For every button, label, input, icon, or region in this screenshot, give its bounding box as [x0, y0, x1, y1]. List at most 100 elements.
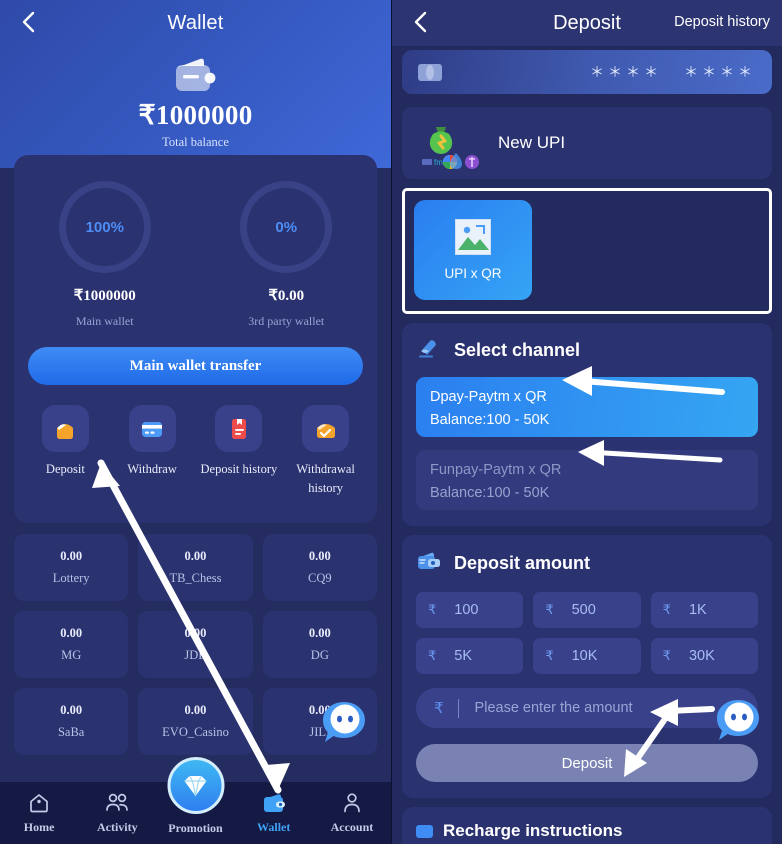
withdrawal-history-icon: [302, 405, 350, 452]
ring-amount: ₹1000000: [73, 288, 136, 304]
wallet-rings: 100% ₹1000000 Main wallet 0% ₹0.00 3rd p…: [14, 155, 377, 329]
game-amount: 0.00: [184, 549, 207, 563]
account-icon: [340, 790, 364, 816]
game-amount: 0.00: [60, 703, 83, 717]
game-tile[interactable]: 0.00 EVO_Casino: [138, 688, 253, 755]
nav-label: Account: [330, 820, 374, 834]
progress-ring: 100%: [58, 181, 151, 273]
select-channel-header: Select channel: [416, 337, 758, 364]
game-tile[interactable]: 0.00 JDB: [138, 611, 253, 678]
game-name: SaBa: [57, 725, 85, 739]
deposit-bag-icon: [41, 405, 89, 452]
method-upi-x-qr[interactable]: UPI x QR: [414, 200, 532, 300]
nav-item-account[interactable]: Account: [313, 790, 391, 835]
game-amount: 0.00: [308, 626, 331, 640]
amount-input-field[interactable]: ₹ Please enter the amount: [416, 688, 758, 728]
deposit-history-icon: [215, 405, 263, 452]
game-tile[interactable]: 0.00 CQ9: [262, 534, 377, 601]
channel-name: Dpay-Paytm x QR: [430, 389, 547, 405]
note-icon: [416, 824, 433, 838]
amount-preset[interactable]: ₹ 10K: [533, 638, 641, 674]
card-icon: [128, 405, 176, 452]
new-upi-row[interactable]: fm New UPI: [402, 107, 772, 179]
bottom-navigation: Home Activity Promotion Wallet Account: [0, 757, 391, 844]
currency-symbol: ₹: [662, 648, 671, 663]
wallet-hero: Wallet ₹1000000 Total balance: [0, 0, 391, 168]
block-title: Select channel: [454, 340, 581, 360]
game-tile[interactable]: 0.00 SaBa: [14, 688, 129, 755]
preset-value: 500: [571, 602, 596, 618]
action-withdraw[interactable]: Withdraw: [111, 405, 193, 499]
amount-preset[interactable]: ₹ 1K: [650, 592, 758, 628]
support-chat-bubble[interactable]: [318, 698, 370, 750]
game-name: Lottery: [52, 571, 90, 585]
diamond-icon[interactable]: [167, 757, 224, 814]
amount-preset[interactable]: ₹ 5K: [416, 638, 524, 674]
currency-symbol: ₹: [545, 648, 554, 663]
payment-method-selector: UPI x QR: [402, 188, 772, 314]
channel-option-dpay[interactable]: Dpay-Paytm x QR Balance:100 - 50K: [416, 377, 758, 437]
game-name: CQ9: [308, 571, 332, 585]
action-withdrawal-history[interactable]: Withdrawal history: [285, 405, 367, 499]
game-name: DG: [310, 648, 329, 662]
deposit-history-link[interactable]: Deposit history: [674, 14, 770, 30]
block-title: Recharge instructions: [443, 821, 623, 840]
page-title: Wallet: [167, 11, 224, 34]
game-tile[interactable]: 0.00 Lottery: [14, 534, 129, 601]
game-name: MG: [61, 648, 82, 662]
preset-value: 30K: [688, 648, 715, 664]
select-channel-block: Select channel Dpay-Paytm x QR Balance:1…: [402, 323, 772, 526]
preset-value: 5K: [454, 648, 473, 664]
currency-symbol: ₹: [545, 602, 554, 617]
chevron-left-icon[interactable]: [406, 7, 434, 37]
main-wallet-transfer-button[interactable]: Main wallet transfer: [28, 347, 363, 385]
nav-label: Promotion: [168, 821, 223, 835]
ring-third-party-wallet: 0% ₹0.00 3rd party wallet: [211, 181, 361, 329]
game-tile[interactable]: 0.00 MG: [14, 611, 129, 678]
bank-card-row[interactable]: ＊＊＊＊ ＊＊＊＊: [402, 50, 772, 94]
method-label: UPI x QR: [444, 266, 502, 281]
game-name: JDB: [184, 648, 207, 662]
game-amount: 0.00: [184, 703, 207, 717]
deposit-amount-header: Deposit amount: [416, 549, 758, 578]
action-label: Deposit: [45, 462, 85, 476]
action-label: Withdrawal history: [296, 462, 355, 496]
currency-symbol: ₹: [428, 648, 437, 663]
wallet-panel: Wallet ₹1000000 Total balance 100% ₹1000…: [0, 0, 391, 844]
svg-text:fm: fm: [434, 158, 443, 167]
game-name: TB_Chess: [169, 571, 222, 585]
channel-option-funpay[interactable]: Funpay-Paytm x QR Balance:100 - 50K: [416, 450, 758, 510]
nav-item-activity[interactable]: Activity: [78, 790, 156, 835]
deposit-amount-block: Deposit amount ₹ 100 ₹ 500 ₹ 1K ₹ 5K ₹ 1…: [402, 535, 772, 798]
deposit-submit-button[interactable]: Deposit: [416, 744, 758, 782]
wallet-topbar: Wallet: [0, 0, 391, 46]
nav-item-home[interactable]: Home: [0, 790, 78, 835]
preset-value: 100: [454, 602, 479, 618]
amount-preset[interactable]: ₹ 500: [533, 592, 641, 628]
card-masked-digits: ＊＊＊＊ ＊＊＊＊: [590, 62, 756, 82]
game-name: EVO_Casino: [162, 725, 229, 739]
nav-label: Wallet: [257, 820, 291, 834]
input-divider: [457, 698, 459, 718]
wallet-icon: [0, 54, 391, 96]
activity-icon: [104, 790, 130, 816]
masked-group-2: ＊＊＊＊: [684, 64, 756, 80]
game-tile[interactable]: 0.00 TB_Chess: [138, 534, 253, 601]
currency-symbol: ₹: [428, 602, 437, 617]
game-tile[interactable]: 0.00 DG: [262, 611, 377, 678]
action-deposit-history[interactable]: Deposit history: [198, 405, 280, 499]
ring-percent: 0%: [275, 218, 298, 236]
eraser-icon: [416, 337, 442, 364]
action-deposit[interactable]: Deposit: [24, 405, 106, 499]
wallet-nav-icon: [261, 790, 287, 816]
nav-label: Activity: [96, 820, 138, 834]
game-amount: 0.00: [308, 549, 331, 563]
home-icon: [27, 790, 51, 816]
nav-item-wallet[interactable]: Wallet: [235, 790, 313, 835]
preset-value: 1K: [688, 602, 707, 618]
chevron-left-icon[interactable]: [14, 7, 42, 37]
support-chat-bubble[interactable]: [712, 696, 764, 748]
amount-preset[interactable]: ₹ 30K: [650, 638, 758, 674]
amount-preset[interactable]: ₹ 100: [416, 592, 524, 628]
channel-balance: Balance:100 - 50K: [430, 412, 550, 429]
